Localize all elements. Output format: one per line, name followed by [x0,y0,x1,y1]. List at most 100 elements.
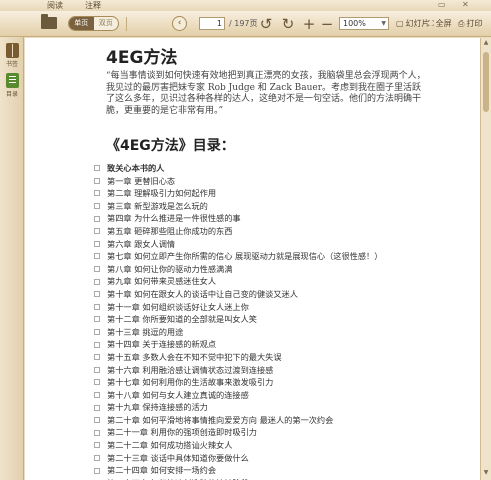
document-quote: “每当事情谈到如何快速有效地把到真正漂亮的女孩，我脑袋里总会浮现两个人，我见过的… [106,71,426,116]
toc-item[interactable]: 第六章 跟女人调情 [94,238,474,251]
close-window-icon[interactable]: ✕ [462,0,469,10]
toc-item[interactable]: 第一章 更替旧心态 [94,175,474,188]
sidebar-item-bookmark[interactable]: 书签 [0,43,24,68]
toc-item-label: 第十六章 利用融洽感让调情状态过渡到连接感 [107,364,274,375]
open-file-button[interactable] [40,14,58,30]
restore-window-icon[interactable]: ▭ [438,0,446,10]
toc-item[interactable]: 第五章 砸碎那些阻止你成功的东西 [94,225,474,238]
rotate-left-button[interactable]: ↺ [258,15,274,33]
toc-item[interactable]: 第十九章 保持连接感的活力 [94,401,474,414]
toc-item[interactable]: 第十一章 如何组织谈话好让女人迷上你 [94,301,474,314]
toc-item-label: 第二十三章 谈话中具体知道你要做什么 [107,452,249,463]
menu-annotate[interactable]: 注释 [85,0,101,11]
toc-bullet-icon [94,177,100,184]
print-button[interactable]: ⎙ 打印 [458,17,482,30]
sidebar-item-label: 目录 [5,91,18,98]
rotate-right-button[interactable]: ↻ [280,15,296,33]
sidebar-item-label: 书签 [5,61,18,68]
document-viewer[interactable]: 4EG方法 “每当事情谈到如何快速有效地把到真正漂亮的女孩，我脑袋里总会浮现两个… [25,38,480,480]
toc-item[interactable]: 第三章 新型游戏是怎么玩的 [94,200,474,213]
toc-bullet-icon [94,240,100,247]
toc-item-label: 第十二章 你所要知道的全部就是叫女人笑 [107,314,257,325]
toc-item[interactable]: 第二十章 如何平滑地将事情推向爱爱方向 最迷人的第一次约会 [94,414,474,427]
double-page-button[interactable]: 双页 [94,17,119,30]
toc-item-label: 第一章 更替旧心态 [107,175,176,186]
rotate-left-icon: ↺ [259,15,273,33]
toc-item[interactable]: 第十六章 利用融洽感让调情状态过渡到连接感 [94,364,474,377]
toc-item[interactable]: 第十四章 关于连接感的新观点 [94,338,474,351]
toc-item[interactable]: 第十二章 你所要知道的全部就是叫女人笑 [94,313,474,326]
single-page-button[interactable]: 单页 [69,17,94,30]
toc-item-label: 第十八章 如何与女人建立真诚的连接感 [107,389,249,400]
toc-bullet-icon [94,203,100,210]
document-title: 4EG方法 [106,48,178,68]
sidebar: 书签 目录 [0,37,24,480]
slideshow-button[interactable]: ▢ 幻灯片 [396,17,430,30]
toc-item[interactable]: 第二十一章 利用你的强项创造即时吸引力 [94,426,474,439]
zoom-select[interactable]: 100% ▼ [339,17,389,30]
toc-bullet-icon [94,366,100,373]
zoom-in-icon: + [302,15,316,33]
scroll-down-icon[interactable]: ▼ [481,469,491,479]
toc-item-label: 致关心本书的人 [107,163,165,173]
toc-item[interactable]: 第八章 如何让你的驱动力性感满满 [94,263,474,276]
folder-icon [41,14,57,29]
toc-item-label: 第二十一章 利用你的强项创造即时吸引力 [107,427,257,438]
toc-bullet-icon [94,190,100,197]
toc-item[interactable]: 第十八章 如何与女人建立真诚的连接感 [94,389,474,402]
toc-bullet-icon [94,316,100,323]
toc-item-label: 第十四章 关于连接感的新观点 [107,339,217,350]
print-label: 打印 [466,19,483,28]
slideshow-icon: ▢ [396,19,404,28]
toc-item[interactable]: 第十五章 多数人会在不知不觉中犯下的最大失误 [94,351,474,364]
toc-icon [5,73,19,88]
toc-bullet-icon [94,379,100,386]
toc-item[interactable]: 第九章 如何带来灵感迷住女人 [94,275,474,288]
toc-item-label: 第九章 如何带来灵感迷住女人 [107,276,217,287]
toc-item-label: 第十七章 如何利用你的生活故事来激发吸引力 [107,377,274,388]
toc-item-label: 第十章 如何在跟女人的谈话中让自己变的健谈又迷人 [107,288,298,299]
toc-item-label: 第十九章 保持连接感的活力 [107,402,208,413]
toc-bullet-icon [94,291,100,298]
toc-bullet-icon [94,429,100,436]
toc-item[interactable]: 第十七章 如何利用你的生活故事来激发吸引力 [94,376,474,389]
toc-item[interactable]: 第二十四章 如何安排一场约会 [94,464,474,477]
toc-item-label: 第十五章 多数人会在不知不觉中犯下的最大失误 [107,351,282,362]
toc-bullet-icon [94,303,100,310]
rotate-right-icon: ↻ [281,15,295,33]
toc-bullet-icon [94,354,100,361]
toc-item-label: 第二十二章 如何成功搭讪火辣女人 [107,440,233,451]
toc-item-label: 第二十章 如何平滑地将事情推向爱爱方向 最迷人的第一次约会 [107,414,334,425]
toolbar-separator [126,17,127,31]
toc-item-label: 第五章 砸碎那些阻止你成功的东西 [107,225,233,236]
toc-bullet-icon [94,266,100,273]
toc-item[interactable]: 第四章 为什么推进是一件很性感的事 [94,212,474,225]
toc-item[interactable]: 第二章 理解吸引力如何起作用 [94,187,474,200]
scroll-up-icon[interactable]: ▲ [481,39,491,49]
vertical-scrollbar[interactable]: ▲ ▼ [480,38,491,480]
toc-bullet-icon [94,341,100,348]
print-icon: ⎙ [458,19,465,28]
toc-item-label: 第六章 跟女人调情 [107,238,176,249]
scrollbar-thumb[interactable] [483,52,489,112]
toc-item[interactable]: 致关心本书的人 [94,162,474,175]
zoom-value: 100% [343,19,366,28]
zoom-in-button[interactable]: + [302,15,316,33]
toc-item[interactable]: 第十三章 挑逗的用途 [94,326,474,339]
toc-bullet-icon [94,329,100,336]
toc-bullet-icon [94,454,100,461]
zoom-out-button[interactable]: − [320,15,334,33]
prev-page-button[interactable]: ‹ [172,16,187,31]
toc-item[interactable]: 第二十三章 谈话中具体知道你要做什么 [94,452,474,465]
menu-read[interactable]: 阅读 [47,0,63,11]
view-mode-toggle: 单页 双页 [68,16,119,31]
toc-item[interactable]: 第七章 如何立即产生你所需的信心 展现驱动力就是展现信心（这很性感！） [94,250,474,263]
sidebar-item-toc[interactable]: 目录 [0,73,24,98]
toc-item[interactable]: 第二十二章 如何成功搭讪火辣女人 [94,439,474,452]
fullscreen-button[interactable]: ⛶ 全屏 [428,17,452,30]
toc-bullet-icon [94,228,100,235]
page-number-input[interactable]: 1 [199,17,225,30]
toc-item[interactable]: 第十章 如何在跟女人的谈话中让自己变的健谈又迷人 [94,288,474,301]
toc-bullet-icon [94,391,100,398]
bookmark-icon [5,43,19,58]
